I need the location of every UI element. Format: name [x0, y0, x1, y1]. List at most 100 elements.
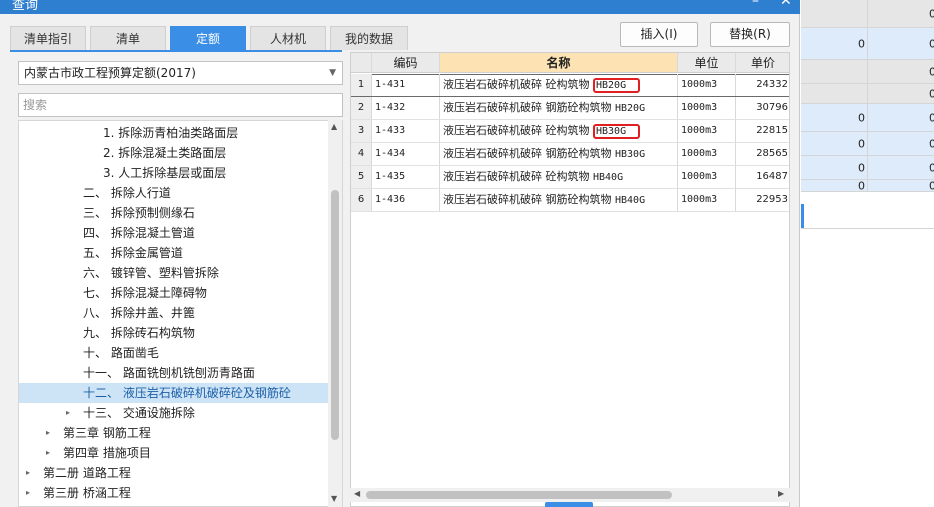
cell-value: 0 [929, 65, 934, 78]
expand-arrow-icon[interactable]: ▸ [66, 403, 70, 423]
tree-item[interactable]: ▸ 第四章 措施项目 [19, 443, 329, 463]
grid-header-name[interactable]: 名称 [440, 53, 678, 73]
tree-item-label: 三、 拆除预制侧缘石 [83, 206, 195, 220]
minimize-icon[interactable]: – [752, 0, 759, 9]
tree-item-label: 1. 拆除沥青柏油类路面层 [103, 126, 239, 140]
quota-name: 液压岩石破碎机破碎 砼构筑物 HB40G [440, 166, 678, 188]
replace-button[interactable]: 替换(R) [710, 22, 790, 47]
grid-row[interactable]: 6 1-436 液压岩石破碎机破碎 钢筋砼构筑物 HB40G 1000m3 22953 [351, 189, 789, 212]
tree-scrollbar-thumb[interactable] [331, 190, 339, 440]
quota-price: 16487 [736, 166, 789, 188]
tree-item[interactable]: 二、 拆除人行道 [19, 183, 329, 203]
quota-unit: 1000m3 [678, 143, 736, 165]
divider [801, 228, 934, 229]
grid-row[interactable]: 2 1-432 液压岩石破碎机破碎 钢筋砼构筑物 HB20G 1000m3 30796 [351, 97, 789, 120]
cell-value: 0 [929, 137, 934, 150]
grid-header-index[interactable] [351, 53, 372, 73]
tab-underline [10, 50, 342, 52]
tree-item[interactable]: 六、 镀锌管、塑料管拆除 [19, 263, 329, 283]
grid-header-price[interactable]: 单价 [736, 53, 789, 73]
expand-arrow-icon[interactable]: ▸ [46, 443, 50, 463]
tree-item[interactable]: ▸ 第三册 桥涵工程 [19, 483, 329, 503]
cell-value: 0 [858, 137, 865, 150]
tree-item[interactable]: ▸ 十三、 交通设施拆除 [19, 403, 329, 423]
quota-unit: 1000m3 [678, 120, 736, 142]
quota-code: 1-432 [372, 97, 440, 119]
tree-item[interactable]: 十、 路面凿毛 [19, 343, 329, 363]
cell-value: 0 [858, 161, 865, 174]
cell-value: 0 [858, 37, 865, 50]
quota-price: 30796 [736, 97, 789, 119]
expand-arrow-icon[interactable]: ▸ [46, 423, 50, 443]
tree-item[interactable]: ▸ 第二册 道路工程 [19, 463, 329, 483]
column-divider [867, 84, 868, 103]
tree-item-label: 十二、 液压岩石破碎机破碎砼及钢筋砼 [83, 386, 291, 400]
grid-row[interactable]: 5 1-435 液压岩石破碎机破碎 砼构筑物 HB40G 1000m3 16487 [351, 166, 789, 189]
tab-bill[interactable]: 清单 [90, 26, 166, 50]
scroll-left-icon[interactable]: ◀ [354, 489, 360, 498]
selection-indicator [801, 204, 804, 228]
quota-code: 1-431 [372, 74, 440, 96]
library-select[interactable]: 内蒙古市政工程预算定额(2017) ▼ [18, 61, 343, 85]
tree-item-label: 3. 人工拆除基层或面层 [103, 166, 227, 180]
tree-item-label: 第四章 措施项目 [63, 446, 151, 460]
tab-my-data[interactable]: 我的数据 [330, 26, 408, 50]
row-index: 3 [351, 120, 372, 142]
tree-item-label: 十三、 交通设施拆除 [83, 406, 195, 420]
dialog-title: 查询 [12, 0, 39, 13]
grid-header-code[interactable]: 编码 [372, 53, 440, 73]
grid-row[interactable]: 3 1-433 液压岩石破碎机破碎 砼构筑物 HB30G 1000m3 22815 [351, 120, 789, 143]
tree-item[interactable]: 2. 拆除混凝土类路面层 [19, 143, 329, 163]
tree-item[interactable]: 九、 拆除砖石构筑物 [19, 323, 329, 343]
tab-labor-material-machine[interactable]: 人材机 [250, 26, 326, 50]
scroll-right-icon[interactable]: ▶ [778, 489, 784, 498]
quota-price: 24332 [736, 74, 789, 96]
tree-item[interactable]: 三、 拆除预制侧缘石 [19, 203, 329, 223]
splitter-grip[interactable] [545, 502, 593, 507]
cell-value: 0 [929, 161, 934, 174]
tree-item-label: 七、 拆除混凝土障碍物 [83, 286, 207, 300]
tree-item[interactable]: 3. 人工拆除基层或面层 [19, 163, 329, 183]
column-divider [867, 60, 868, 83]
tree-item[interactable]: 十一、 路面铣刨机铣刨沥青路面 [19, 363, 329, 383]
grid-row[interactable]: 1 1-431 液压岩石破碎机破碎 砼构筑物 HB20G 1000m3 24332 [351, 74, 789, 97]
expand-arrow-icon[interactable]: ▸ [26, 463, 30, 483]
machine-spec: HB20G [615, 103, 646, 114]
expand-arrow-icon[interactable]: ▸ [26, 483, 30, 503]
machine-spec: HB40G [615, 195, 646, 206]
quota-name-text: 液压岩石破碎机破碎 砼构筑物 [443, 124, 593, 137]
grid-horizontal-scrollbar[interactable]: ◀ ▶ [350, 488, 790, 502]
row-index: 2 [351, 97, 372, 119]
tree-item[interactable]: 五、 拆除金属管道 [19, 243, 329, 263]
tree-item-label: 2. 拆除混凝土类路面层 [103, 146, 227, 160]
grid-header-unit[interactable]: 单位 [678, 53, 736, 73]
tree-item-label: 二、 拆除人行道 [83, 186, 171, 200]
quota-code: 1-434 [372, 143, 440, 165]
quota-price: 28565 [736, 143, 789, 165]
quota-code: 1-436 [372, 189, 440, 211]
search-input[interactable]: 搜索 [18, 93, 343, 117]
tree-item[interactable]: 八、 拆除井盖、井篦 [19, 303, 329, 323]
background-row: 00 [801, 28, 934, 60]
tree-item[interactable]: 十二、 液压岩石破碎机破碎砼及钢筋砼 [19, 383, 329, 403]
tree-item[interactable]: 四、 拆除混凝土管道 [19, 223, 329, 243]
tab-bill-guide[interactable]: 清单指引 [10, 26, 86, 50]
dialog-title-bar[interactable]: 查询 – ✕ [0, 0, 800, 14]
quota-name: 液压岩石破碎机破碎 钢筋砼构筑物 HB40G [440, 189, 678, 211]
grid-scrollbar-thumb[interactable] [366, 491, 672, 499]
tree-item[interactable]: 1. 拆除沥青柏油类路面层 [19, 123, 329, 143]
tab-quota[interactable]: 定额 [170, 26, 246, 50]
tree-item[interactable]: ▸ 第三章 钢筋工程 [19, 423, 329, 443]
grid-row[interactable]: 4 1-434 液压岩石破碎机破碎 钢筋砼构筑物 HB30G 1000m3 28565 [351, 143, 789, 166]
tree-item-label: 第三章 钢筋工程 [63, 426, 151, 440]
scroll-down-icon[interactable]: ▼ [331, 494, 337, 503]
insert-button[interactable]: 插入(I) [620, 22, 698, 47]
scroll-up-icon[interactable]: ▲ [331, 122, 337, 131]
tree-item-label: 四、 拆除混凝土管道 [83, 226, 195, 240]
tree-item[interactable]: 七、 拆除混凝土障碍物 [19, 283, 329, 303]
quota-name-text: 液压岩石破碎机破碎 钢筋砼构筑物 [443, 193, 615, 206]
tree-item[interactable]: ▸ 第四册 隧道工程 [19, 503, 329, 506]
expand-arrow-icon[interactable]: ▸ [26, 503, 30, 506]
close-icon[interactable]: ✕ [780, 0, 792, 9]
tree-scrollbar[interactable]: ▲ ▼ [328, 120, 342, 507]
